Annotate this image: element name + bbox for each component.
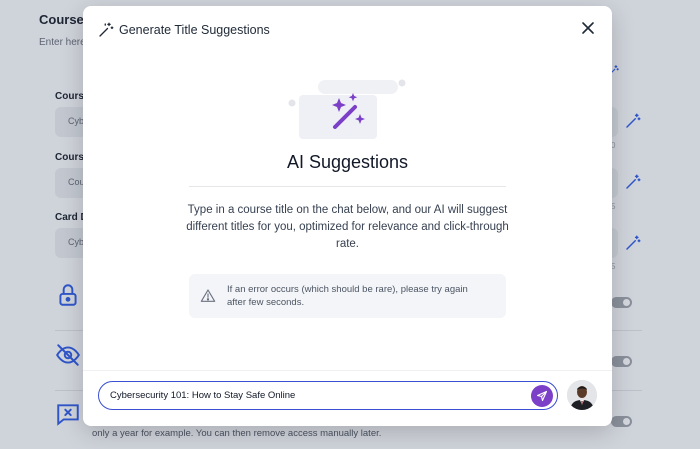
chat-input[interactable] [98, 381, 558, 410]
lock-icon [59, 284, 77, 306]
ai-suggestions-heading: AI Suggestions [286, 152, 409, 172]
magic-wand-icon[interactable] [624, 234, 642, 252]
error-notice: If an error occurs (which should be rare… [189, 274, 506, 318]
field-label: Cours [55, 91, 84, 102]
option-description: only a year for example. You can then re… [92, 428, 382, 439]
modal-header: Generate Title Suggestions [83, 6, 612, 56]
send-button[interactable] [531, 385, 553, 407]
close-icon[interactable] [580, 20, 596, 36]
eye-off-icon [56, 344, 80, 366]
magic-wand-icon[interactable] [624, 112, 642, 130]
field-input-edge [612, 228, 618, 258]
field-input-edge [612, 107, 618, 137]
error-notice-text: If an error occurs (which should be rare… [227, 284, 468, 308]
message-x-icon [57, 404, 79, 426]
magic-wand-icon [99, 22, 114, 37]
title-suggestions-modal: Generate Title Suggestions AI Suggestion… [83, 6, 612, 426]
page-title: Course [39, 12, 84, 27]
avatar[interactable] [567, 380, 597, 410]
page-subtitle: Enter here [39, 37, 86, 48]
instructions-text: Type in a course title on the chat below… [186, 204, 509, 250]
user-avatar-image [567, 380, 597, 410]
modal-title: Generate Title Suggestions [119, 23, 270, 37]
send-icon [536, 390, 548, 402]
magic-wand-icon[interactable] [624, 173, 642, 191]
field-label: Cours [55, 152, 84, 163]
toggle-switch[interactable] [611, 356, 632, 367]
field-input-edge [612, 168, 618, 198]
toggle-switch[interactable] [611, 297, 632, 308]
ai-illustration [288, 79, 406, 139]
toggle-switch[interactable] [611, 416, 632, 427]
warning-icon [200, 289, 216, 302]
divider [83, 370, 612, 371]
divider [189, 186, 506, 187]
